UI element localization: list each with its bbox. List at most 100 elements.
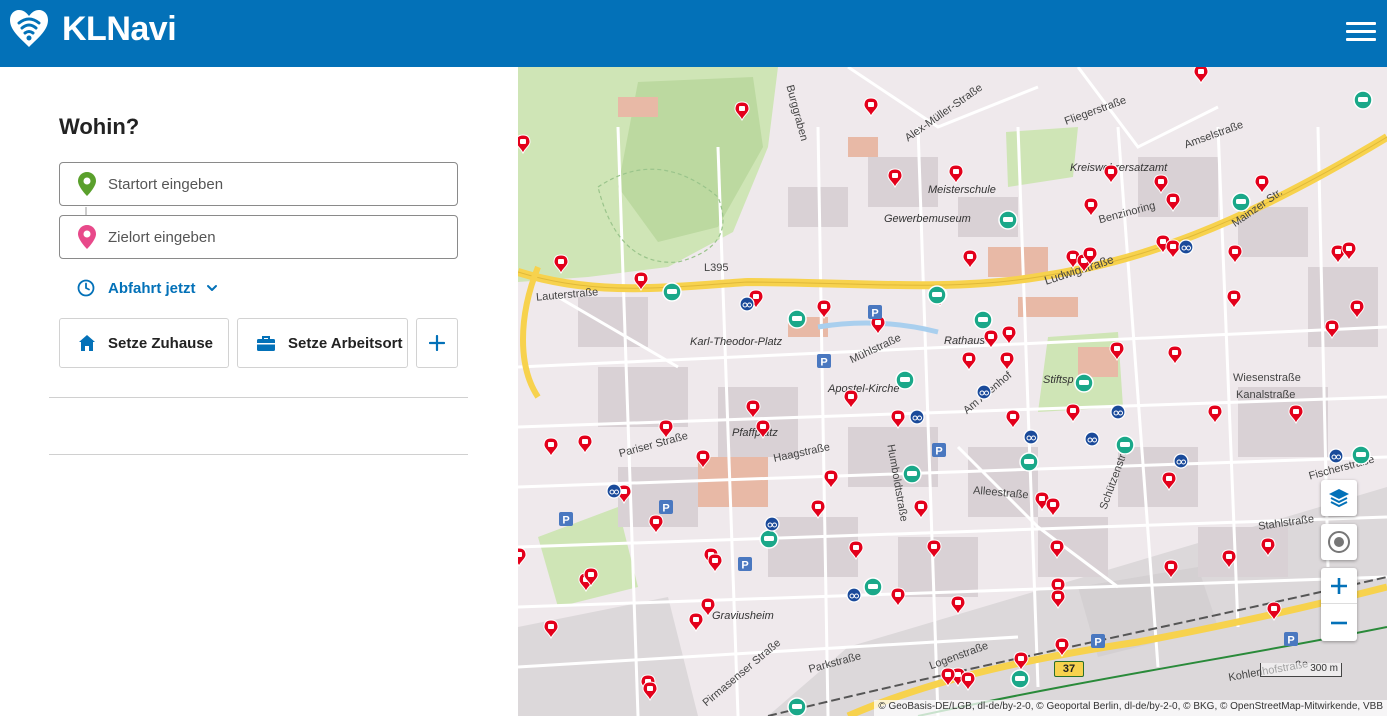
bus-stop-marker[interactable]	[734, 101, 750, 122]
bike-station-marker[interactable]	[1084, 431, 1100, 447]
bus-stop-marker[interactable]	[890, 409, 906, 430]
carsharing-marker[interactable]	[1115, 435, 1135, 455]
carsharing-marker[interactable]	[1231, 192, 1251, 212]
bike-station-marker[interactable]	[1110, 404, 1126, 420]
bus-stop-marker[interactable]	[577, 434, 593, 455]
bus-stop-marker[interactable]	[1109, 341, 1125, 362]
bus-stop-marker[interactable]	[755, 419, 771, 440]
set-home-button[interactable]: Setze Zuhause	[59, 318, 229, 368]
carsharing-marker[interactable]	[787, 309, 807, 329]
bus-stop-marker[interactable]	[553, 254, 569, 275]
bus-stop-marker[interactable]	[887, 168, 903, 189]
bus-stop-marker[interactable]	[1054, 637, 1070, 658]
bus-stop-marker[interactable]	[1266, 601, 1282, 622]
bus-stop-marker[interactable]	[1349, 299, 1365, 320]
bus-stop-marker[interactable]	[1167, 345, 1183, 366]
bike-station-marker[interactable]	[976, 384, 992, 400]
carsharing-marker[interactable]	[863, 577, 883, 597]
destination-field[interactable]	[59, 215, 458, 259]
bus-stop-marker[interactable]	[1165, 192, 1181, 213]
bus-stop-marker[interactable]	[642, 681, 658, 702]
bus-stop-marker[interactable]	[1153, 174, 1169, 195]
bus-stop-marker[interactable]	[1193, 67, 1209, 85]
bus-stop-marker[interactable]	[863, 97, 879, 118]
bus-stop-marker[interactable]	[1161, 471, 1177, 492]
bus-stop-marker[interactable]	[961, 351, 977, 372]
bus-stop-marker[interactable]	[1254, 174, 1270, 195]
bus-stop-marker[interactable]	[1324, 319, 1340, 340]
bus-stop-marker[interactable]	[1049, 539, 1065, 560]
bus-stop-marker[interactable]	[745, 399, 761, 420]
bike-station-marker[interactable]	[1178, 239, 1194, 255]
bus-stop-marker[interactable]	[648, 514, 664, 535]
bus-stop-marker[interactable]	[1050, 589, 1066, 610]
map-attribution[interactable]: © GeoBasis-DE/LGB, dl-de/by-2-0, © Geopo…	[874, 700, 1387, 716]
bus-stop-marker[interactable]	[999, 351, 1015, 372]
destination-input[interactable]	[108, 216, 448, 258]
bus-stop-marker[interactable]	[518, 134, 531, 155]
carsharing-marker[interactable]	[1353, 90, 1373, 110]
bus-stop-marker[interactable]	[948, 164, 964, 185]
start-location-field[interactable]	[59, 162, 458, 206]
bike-station-marker[interactable]	[846, 587, 862, 603]
bus-stop-marker[interactable]	[1226, 289, 1242, 310]
carsharing-marker[interactable]	[1351, 445, 1371, 465]
bus-stop-marker[interactable]	[1288, 404, 1304, 425]
bus-stop-marker[interactable]	[688, 612, 704, 633]
hamburger-menu-button[interactable]	[1346, 22, 1376, 44]
zoom-in-button[interactable]	[1321, 568, 1357, 604]
locate-me-button[interactable]	[1321, 524, 1357, 560]
bike-station-marker[interactable]	[909, 409, 925, 425]
bus-stop-marker[interactable]	[543, 437, 559, 458]
bus-stop-marker[interactable]	[1001, 325, 1017, 346]
bus-stop-marker[interactable]	[890, 587, 906, 608]
bus-stop-marker[interactable]	[518, 547, 527, 568]
zoom-out-button[interactable]	[1321, 605, 1357, 641]
bike-station-marker[interactable]	[739, 296, 755, 312]
layers-button[interactable]	[1321, 480, 1357, 516]
carsharing-marker[interactable]	[927, 285, 947, 305]
bus-stop-marker[interactable]	[983, 329, 999, 350]
bus-stop-marker[interactable]	[940, 667, 956, 688]
carsharing-marker[interactable]	[787, 697, 807, 716]
departure-time-selector[interactable]: Abfahrt jetzt	[77, 278, 218, 298]
bus-stop-marker[interactable]	[926, 539, 942, 560]
carsharing-marker[interactable]	[1010, 669, 1030, 689]
bus-stop-marker[interactable]	[816, 299, 832, 320]
carsharing-marker[interactable]	[1074, 373, 1094, 393]
carsharing-marker[interactable]	[759, 529, 779, 549]
bus-stop-marker[interactable]	[1103, 164, 1119, 185]
bus-stop-marker[interactable]	[1260, 537, 1276, 558]
bike-station-marker[interactable]	[1023, 429, 1039, 445]
bus-stop-marker[interactable]	[1221, 549, 1237, 570]
bus-stop-marker[interactable]	[1083, 197, 1099, 218]
bus-stop-marker[interactable]	[913, 499, 929, 520]
carsharing-marker[interactable]	[662, 282, 682, 302]
bus-stop-marker[interactable]	[1065, 403, 1081, 424]
bus-stop-marker[interactable]	[962, 249, 978, 270]
bus-stop-marker[interactable]	[848, 540, 864, 561]
bike-station-marker[interactable]	[606, 483, 622, 499]
bus-stop-marker[interactable]	[1341, 241, 1357, 262]
bus-stop-marker[interactable]	[633, 271, 649, 292]
bus-stop-marker[interactable]	[843, 389, 859, 410]
bus-stop-marker[interactable]	[1165, 239, 1181, 260]
carsharing-marker[interactable]	[902, 464, 922, 484]
bus-stop-marker[interactable]	[658, 419, 674, 440]
bike-station-marker[interactable]	[764, 516, 780, 532]
bus-stop-marker[interactable]	[823, 469, 839, 490]
bus-stop-marker[interactable]	[700, 597, 716, 618]
bus-stop-marker[interactable]	[1227, 244, 1243, 265]
bus-stop-marker[interactable]	[695, 449, 711, 470]
bus-stop-marker[interactable]	[543, 619, 559, 640]
start-location-input[interactable]	[108, 163, 448, 205]
bike-station-marker[interactable]	[1173, 453, 1189, 469]
bus-stop-marker[interactable]	[707, 553, 723, 574]
map-view[interactable]: Ludwigstraße Lauterstraße Karl-Theodor-P…	[518, 67, 1387, 716]
add-place-button[interactable]	[416, 318, 458, 368]
bus-stop-marker[interactable]	[1013, 651, 1029, 672]
bus-stop-marker[interactable]	[1207, 404, 1223, 425]
bus-stop-marker[interactable]	[960, 671, 976, 692]
carsharing-marker[interactable]	[895, 370, 915, 390]
carsharing-marker[interactable]	[998, 210, 1018, 230]
